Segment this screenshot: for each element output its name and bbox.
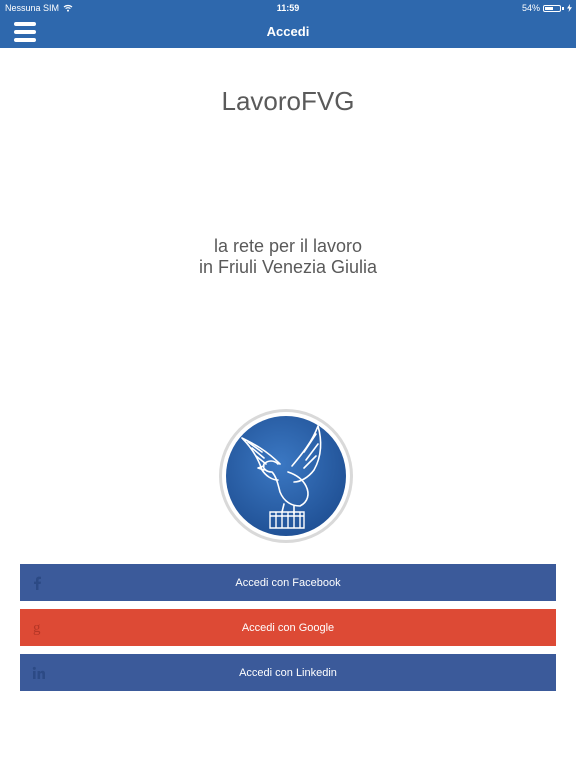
- battery-percent: 54%: [521, 3, 540, 13]
- google-icon: g: [32, 609, 44, 646]
- linkedin-icon: [32, 654, 46, 691]
- status-time: 11:59: [276, 3, 300, 13]
- nav-bar: Accedi: [0, 16, 576, 48]
- google-login-button[interactable]: g Accedi con Google: [20, 609, 556, 646]
- tagline: la rete per il lavoro in Friuli Venezia …: [0, 236, 576, 278]
- battery-tip: [562, 6, 564, 10]
- google-login-label: Accedi con Google: [241, 621, 335, 634]
- status-right: 54%: [522, 3, 572, 13]
- charging-bolt-icon: [567, 4, 572, 12]
- eagle-logo: [219, 409, 353, 543]
- battery-icon: [543, 4, 561, 12]
- status-bar: Nessuna SIM 11:59 54%: [0, 0, 576, 16]
- facebook-login-label: Accedi con Facebook: [235, 576, 341, 589]
- facebook-login-button[interactable]: Accedi con Facebook: [20, 564, 556, 601]
- facebook-icon: [32, 564, 42, 601]
- nav-title: Accedi: [266, 24, 310, 39]
- linkedin-login-button[interactable]: Accedi con Linkedin: [20, 654, 556, 691]
- tagline-line-1: la rete per il lavoro: [213, 236, 363, 256]
- linkedin-login-label: Accedi con Linkedin: [239, 666, 337, 679]
- app-title: LavoroFVG: [221, 86, 355, 116]
- svg-text:g: g: [33, 620, 41, 636]
- tagline-line-2: in Friuli Venezia Giulia: [198, 257, 378, 277]
